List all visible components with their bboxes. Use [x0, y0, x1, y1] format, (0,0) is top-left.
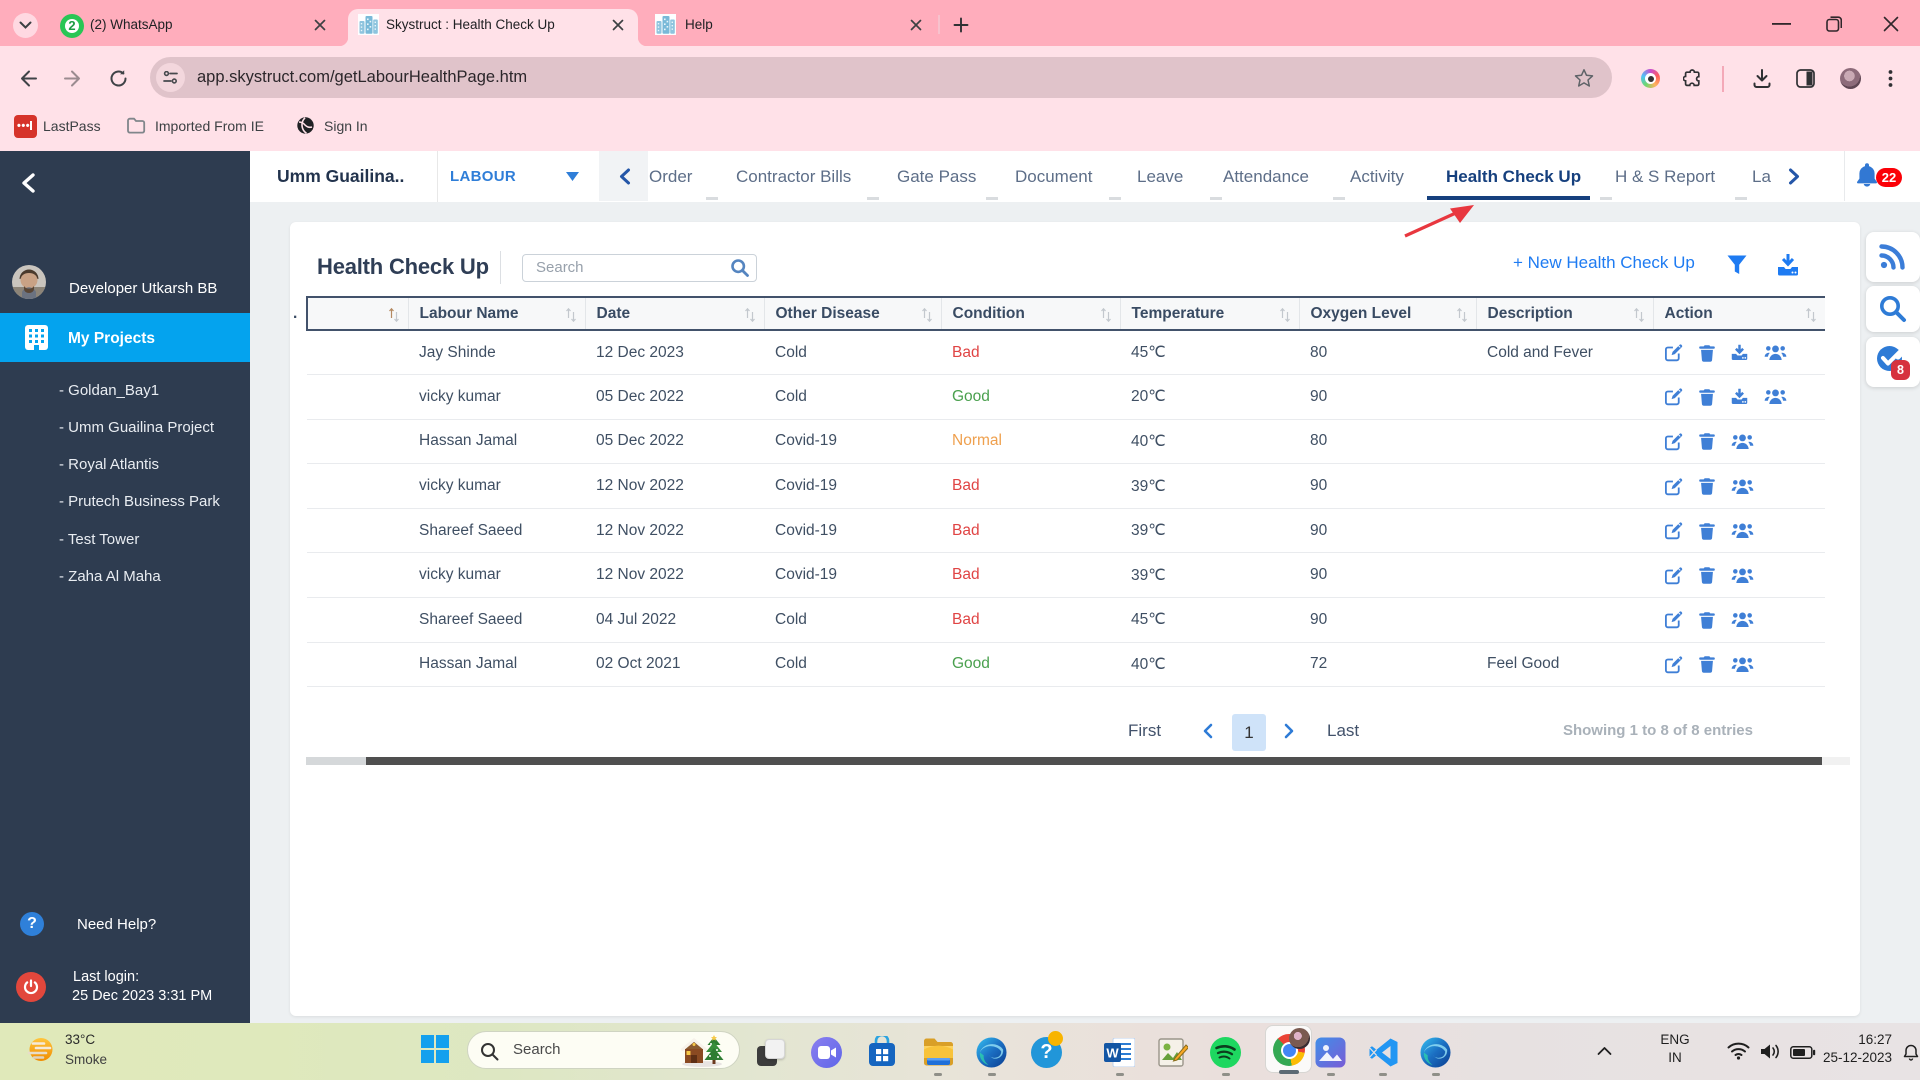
svg-text:W: W — [1106, 1046, 1119, 1061]
